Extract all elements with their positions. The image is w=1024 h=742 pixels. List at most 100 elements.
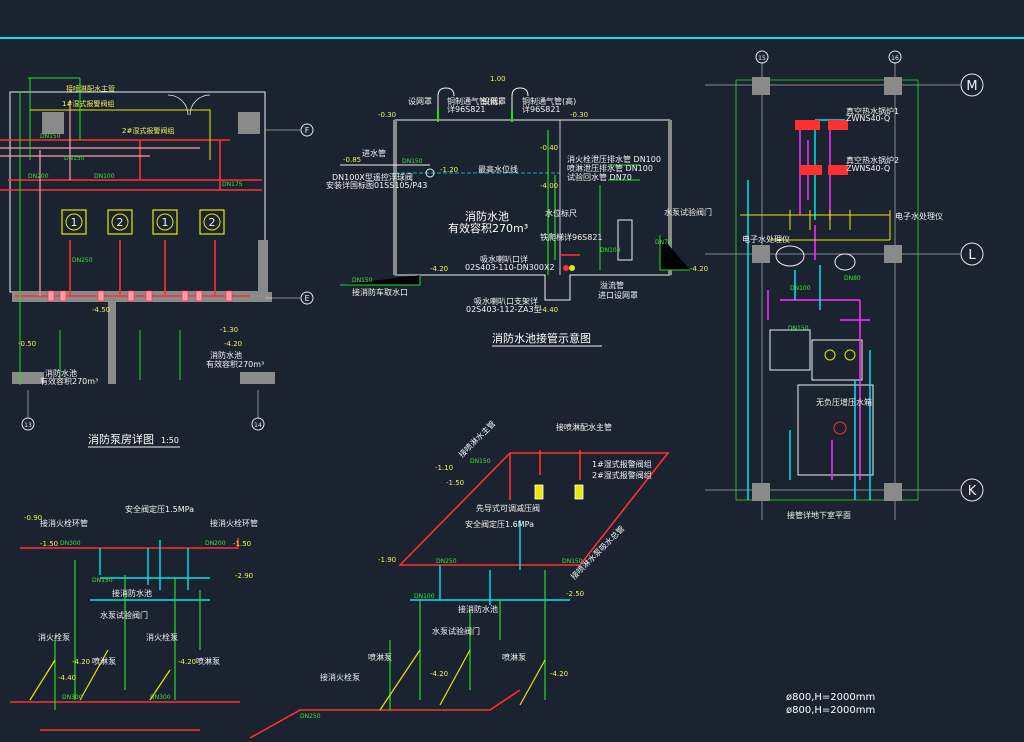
pump-room-dn175: DN175 — [222, 181, 243, 188]
iso-center-alarm-1: 1#湿式报警阀组 — [592, 459, 652, 469]
pump-room-elev-1: -1.30 — [220, 326, 238, 334]
suction-2-ref: 02S403-112-ZA3型 — [466, 305, 542, 314]
pump-room-dn150-a: DN150 — [40, 133, 61, 140]
grid-label-14: 14 — [254, 422, 262, 429]
iso-left-safety-valve: 安全阀定压1.5MPa — [125, 504, 194, 514]
grid-label-15: 15 — [758, 55, 766, 62]
iso-left-pump-c: 消火栓泵 — [146, 632, 178, 642]
iso-center-sprinkler: 接喷淋水泵吸水总管 — [568, 523, 626, 581]
overflow-pipe: 溢流管 — [600, 280, 624, 290]
tank-elev-g2: -0.30 — [570, 111, 588, 119]
outlet-cap: 进口设网罩 — [598, 290, 638, 300]
pump-room-elev-4: -4.50 — [92, 306, 110, 314]
tank-elev-b: -0.40 — [540, 144, 558, 152]
booster-tank: 无负压增压水箱 — [816, 397, 872, 407]
iso-left-elev-4: -4.20 — [72, 658, 90, 666]
pump-number-4: 2 — [209, 216, 216, 229]
iso-center-alarm-2: 2#湿式报警阀组 — [592, 470, 652, 480]
vent-cap-1: 设网罩 — [408, 96, 432, 106]
iso-left-elev-5: -4.40 — [58, 674, 76, 682]
tank-elev-e: -4.00 — [540, 182, 558, 190]
cad-drawing-canvas[interactable]: 1 2 1 2 接喷淋配水主管 1#湿式报警阀组 2#湿式报警阀组 DN150 — [0, 0, 1024, 739]
pump-unit-1: 1 — [61, 209, 87, 235]
heater-room-plan: 15 16 M L K 真空热水锅炉1 ZWNS40-Q 真空热水锅炉2 ZWN… — [705, 50, 984, 716]
fire-truck-intake: 接消防车取水口 — [352, 287, 408, 297]
pump-number-1: 1 — [71, 216, 78, 229]
cad-drawing: 1 2 1 2 接喷淋配水主管 1#湿式报警阀组 2#湿式报警阀组 DN150 — [0, 37, 1024, 739]
pump-room-dn150-b: DN150 — [64, 155, 85, 162]
tank-section-title: 消防水池接管示意图 — [492, 331, 591, 345]
tank-pool-label: 消防水池 — [465, 209, 509, 223]
pump-room-plan: 1 2 1 2 接喷淋配水主管 1#湿式报警阀组 2#湿式报警阀组 DN150 — [0, 77, 314, 448]
vent-high-ref: 详96S821 — [522, 104, 561, 114]
iso-center-dn150: DN150 — [470, 458, 491, 465]
iso-left-to-pool: 接消防水池 — [112, 588, 152, 598]
heater-2-model: ZWNS40-Q — [846, 164, 890, 173]
pump-room-right-wall — [258, 240, 268, 295]
electronic-treatment: 电子水处理仪 — [895, 211, 943, 221]
pump-room-alarm-1: 1#湿式报警阀组 — [62, 99, 114, 108]
pump-room-pool-volume: 有效容积270m³ — [40, 376, 98, 386]
overflow-3: 试验回水管 DN70 — [567, 172, 632, 182]
pump-room-pool-volume-right: 有效容积270m³ — [206, 359, 264, 369]
level-gauge: 水位标尺 — [545, 208, 577, 218]
overflow-2: 喷淋泄压排水管 DN100 — [567, 163, 653, 173]
suction-1-ref: 02S403-110-DN300X2 — [465, 263, 555, 272]
tank-dn150: DN150 — [402, 158, 423, 165]
iso-center-elev-2: -1.50 — [446, 479, 464, 487]
iso-left-dn300: DN300 — [60, 540, 81, 547]
level-gauge-ref: 铁爬梯详96S821 — [540, 232, 603, 242]
pool-wall-right — [240, 372, 275, 384]
iso-left-elev-2: -1.50 — [40, 540, 58, 548]
pump-test-valve: 水泵试验阀门 — [664, 207, 712, 217]
door-arc — [167, 94, 211, 116]
tank-elev-d: -4.20 — [430, 265, 448, 273]
iso-center-dn100: DN100 — [414, 593, 435, 600]
pump-unit-4: 2 — [199, 209, 225, 235]
pump-room-main-supply: 接喷淋配水主管 — [66, 84, 115, 93]
tank-elev-g: -0.30 — [378, 111, 396, 119]
grid-label-13: 13 — [24, 422, 32, 429]
column-2 — [238, 112, 260, 134]
electronic-treatment-2: 电子水处理仪 — [742, 234, 790, 244]
tank-pool-volume: 有效容积270m³ — [448, 221, 528, 235]
iso-left-elev-2b: -1.50 — [233, 540, 251, 548]
tank-dn100: DN100 — [600, 247, 621, 254]
iso-center-elev-1: -1.10 — [435, 464, 453, 472]
tank-elev-d2: -4.20 — [690, 265, 708, 273]
tank-elev-f: -4.40 — [540, 306, 558, 314]
overflow-1: 消火栓泄压排水管 DN100 — [567, 154, 661, 164]
dim-1: ø800,H=2000mm — [786, 692, 875, 703]
tank-elev-top: 1.00 — [490, 75, 506, 83]
pump-room-alarm-2: 2#湿式报警阀组 — [122, 126, 174, 135]
iso-left-pump-b: 喷淋泵 — [92, 656, 116, 666]
pump-room-dn200: DN200 — [28, 173, 49, 180]
pool-divider — [108, 302, 116, 384]
iso-left-elev-4b: -4.20 — [178, 658, 196, 666]
heater-1-model: ZWNS40-Q — [846, 114, 890, 123]
grid-label-k: K — [968, 484, 977, 499]
iso-center-main-supply: 接喷淋配水主管 — [556, 422, 612, 432]
plan-dn-c: DN80 — [844, 275, 861, 282]
iso-center-pump-b: 接消火栓泵 — [320, 672, 360, 682]
iso-center-safety-valve: 安全阀定压1.6MPa — [465, 519, 534, 529]
iso-center-branch: 接喷淋水主管 — [456, 418, 497, 459]
tank-outline — [394, 119, 671, 301]
pump-number-2: 2 — [117, 216, 124, 229]
tank-section: 设网罩 铜制通气管(低) 详96S821 设网罩 铜制通气管(高) 详96S82… — [326, 75, 712, 347]
iso-center-elev-5b: -4.20 — [550, 670, 568, 678]
pump-room-elev-2: -0.50 — [18, 340, 36, 348]
pump-room-title: 消防泵房详图 — [88, 432, 154, 446]
iso-left-pump-d: 喷淋泵 — [196, 656, 220, 666]
iso-center-elev-5: -4.20 — [430, 670, 448, 678]
grid-label-16: 16 — [891, 55, 899, 62]
pump-room-scale: 1:50 — [161, 436, 179, 445]
tank-dn150-b: DN150 — [352, 277, 373, 284]
iso-left-main-ring-2: 接消火栓环管 — [210, 518, 258, 528]
iso-center-to-pool: 接消防水池 — [458, 604, 498, 614]
column-1 — [42, 112, 64, 134]
iso-center-flex: 先导式可调减压阀 — [476, 503, 540, 513]
tank-dn70: DN70 — [655, 239, 672, 246]
grid-label-f: F — [305, 126, 310, 135]
iso-left-main-ring: 接消火栓环管 — [40, 518, 88, 528]
